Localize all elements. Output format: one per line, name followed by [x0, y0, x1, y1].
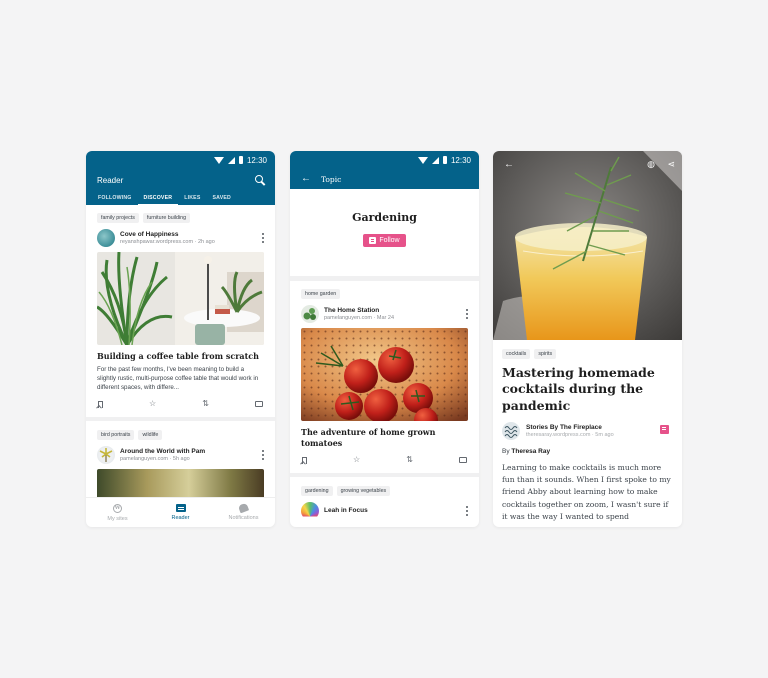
status-bar: 12:30 [86, 151, 275, 169]
nav-my-sites[interactable]: W My sites [93, 503, 143, 522]
tab-discover[interactable]: DISCOVER [137, 191, 179, 205]
bell-icon [237, 502, 250, 514]
site-meta: theresaray.wordpress.com · 5m ago [526, 431, 614, 438]
wifi-icon [213, 156, 224, 164]
post-card[interactable]: home garden The Home Station pamelanguye… [290, 281, 479, 473]
site-avatar[interactable] [301, 305, 319, 323]
tag-chip[interactable]: cocktails [502, 349, 531, 359]
more-options-icon[interactable] [262, 449, 264, 460]
post-body: Learning to make cocktails is much more … [502, 462, 671, 521]
page-title: Topic [321, 174, 342, 184]
site-meta: reyanshpawar.wordpress.com · 2h ago [120, 239, 215, 245]
site-name[interactable]: Stories By The Fireplace [526, 424, 614, 431]
status-time: 12:30 [246, 155, 267, 165]
nav-label: Notifications [228, 515, 259, 521]
site-meta: pamelanguyen.com · 5h ago [120, 455, 190, 462]
bottom-navigation: W My sites Reader Notifications [86, 497, 275, 527]
post-image[interactable] [97, 252, 264, 345]
post-card[interactable]: gardening growing vegetables Leah in Foc… [290, 476, 479, 527]
bookmark-icon[interactable] [302, 456, 307, 464]
nav-label: My sites [107, 515, 128, 522]
tag-chip[interactable]: spirits [534, 349, 557, 359]
share-icon[interactable]: ⋖ [667, 160, 675, 169]
site-meta: pamelanguyen.com · Mar 24 [324, 315, 395, 321]
nav-reader[interactable]: Reader [156, 504, 206, 521]
reblog-icon[interactable]: ⇅ [406, 456, 413, 464]
comment-icon[interactable] [254, 401, 263, 408]
reblog-icon[interactable]: ⇅ [202, 400, 209, 408]
topic-screen: 12:30 ← Topic Gardening Follow home gard… [290, 151, 479, 527]
star-icon[interactable]: ☆ [353, 456, 360, 464]
reblog-icon[interactable] [660, 424, 669, 434]
post-card[interactable]: family projects furniture building Cove … [86, 205, 275, 417]
tag-chip[interactable]: wildlife [138, 429, 163, 440]
wifi-icon [417, 156, 428, 164]
tag-chip[interactable]: family projects [97, 213, 139, 223]
app-bar: 12:30 ← Topic [290, 151, 479, 189]
post-image[interactable] [301, 328, 468, 421]
more-options-icon[interactable] [466, 309, 468, 319]
site-avatar[interactable] [97, 445, 115, 464]
tag-chip[interactable]: growing vegetables [336, 485, 391, 496]
tag-chip[interactable]: furniture building [142, 213, 191, 223]
tab-saved[interactable]: SAVED [206, 191, 237, 205]
post-detail-screen: ← ◍ ⋖ cocktails spirits Mastering homema… [493, 151, 682, 527]
post-title[interactable]: The adventure of home grown tomatoes [301, 427, 468, 449]
follow-button[interactable]: Follow [363, 234, 406, 247]
app-bar: 12:30 Reader FOLLOWING DISCOVER LIKES SA… [86, 151, 275, 205]
featured-image[interactable]: ← ◍ ⋖ [493, 151, 682, 340]
follow-label: Follow [379, 237, 400, 244]
wordpress-icon: W [113, 503, 122, 513]
post-card[interactable]: bird portraits wildlife Around the World… [86, 420, 275, 507]
signal-icon [431, 156, 439, 164]
cocktail-image [493, 151, 682, 340]
tab-following[interactable]: FOLLOWING [92, 191, 138, 205]
more-options-icon[interactable] [262, 233, 264, 243]
site-name[interactable]: Cove of Happiness [120, 231, 215, 238]
nav-notifications[interactable]: Notifications [219, 502, 269, 521]
tag-chip[interactable]: gardening [301, 485, 333, 496]
site-name[interactable]: The Home Station [324, 307, 394, 314]
follow-icon [369, 237, 377, 244]
nav-label: Reader [171, 515, 190, 521]
globe-icon[interactable]: ◍ [647, 160, 655, 169]
topic-name: Gardening [352, 211, 417, 224]
tag-chip[interactable]: home garden [301, 289, 341, 299]
more-options-icon[interactable] [466, 505, 468, 516]
search-icon[interactable] [255, 175, 265, 185]
signal-icon [227, 156, 235, 164]
bookmark-icon[interactable] [98, 400, 103, 408]
post-title[interactable]: Building a coffee table from scratch [97, 351, 264, 362]
site-name[interactable]: Leah in Focus [324, 507, 368, 514]
back-arrow-icon[interactable]: ← [504, 160, 514, 170]
back-arrow-icon[interactable]: ← [301, 174, 311, 184]
site-name[interactable]: Around the World with Pam [120, 448, 205, 455]
page-title: Reader [97, 175, 124, 185]
topic-header: Gardening Follow [290, 189, 479, 276]
author-name[interactable]: Theresa Ray [511, 448, 550, 455]
post-title: Mastering homemade cocktails during the … [502, 365, 655, 413]
site-avatar[interactable] [301, 501, 319, 520]
comment-icon[interactable] [458, 457, 467, 464]
byline: By Theresa Ray [502, 448, 673, 455]
battery-icon [238, 156, 243, 164]
site-avatar[interactable] [97, 229, 115, 247]
status-time: 12:30 [450, 155, 471, 165]
reader-tabs: FOLLOWING DISCOVER LIKES SAVED [86, 191, 275, 205]
reader-screen: 12:30 Reader FOLLOWING DISCOVER LIKES SA… [86, 151, 275, 527]
tab-likes[interactable]: LIKES [178, 191, 206, 205]
site-avatar[interactable] [502, 421, 520, 440]
post-excerpt: For the past few months, I've been meani… [97, 365, 259, 392]
battery-icon [442, 156, 447, 164]
post-image[interactable] [97, 468, 264, 499]
status-bar: 12:30 [290, 151, 479, 169]
byline-prefix: By [502, 447, 510, 455]
star-icon[interactable]: ☆ [149, 400, 156, 408]
reader-icon [175, 504, 186, 512]
tag-chip[interactable]: bird portraits [97, 429, 135, 440]
